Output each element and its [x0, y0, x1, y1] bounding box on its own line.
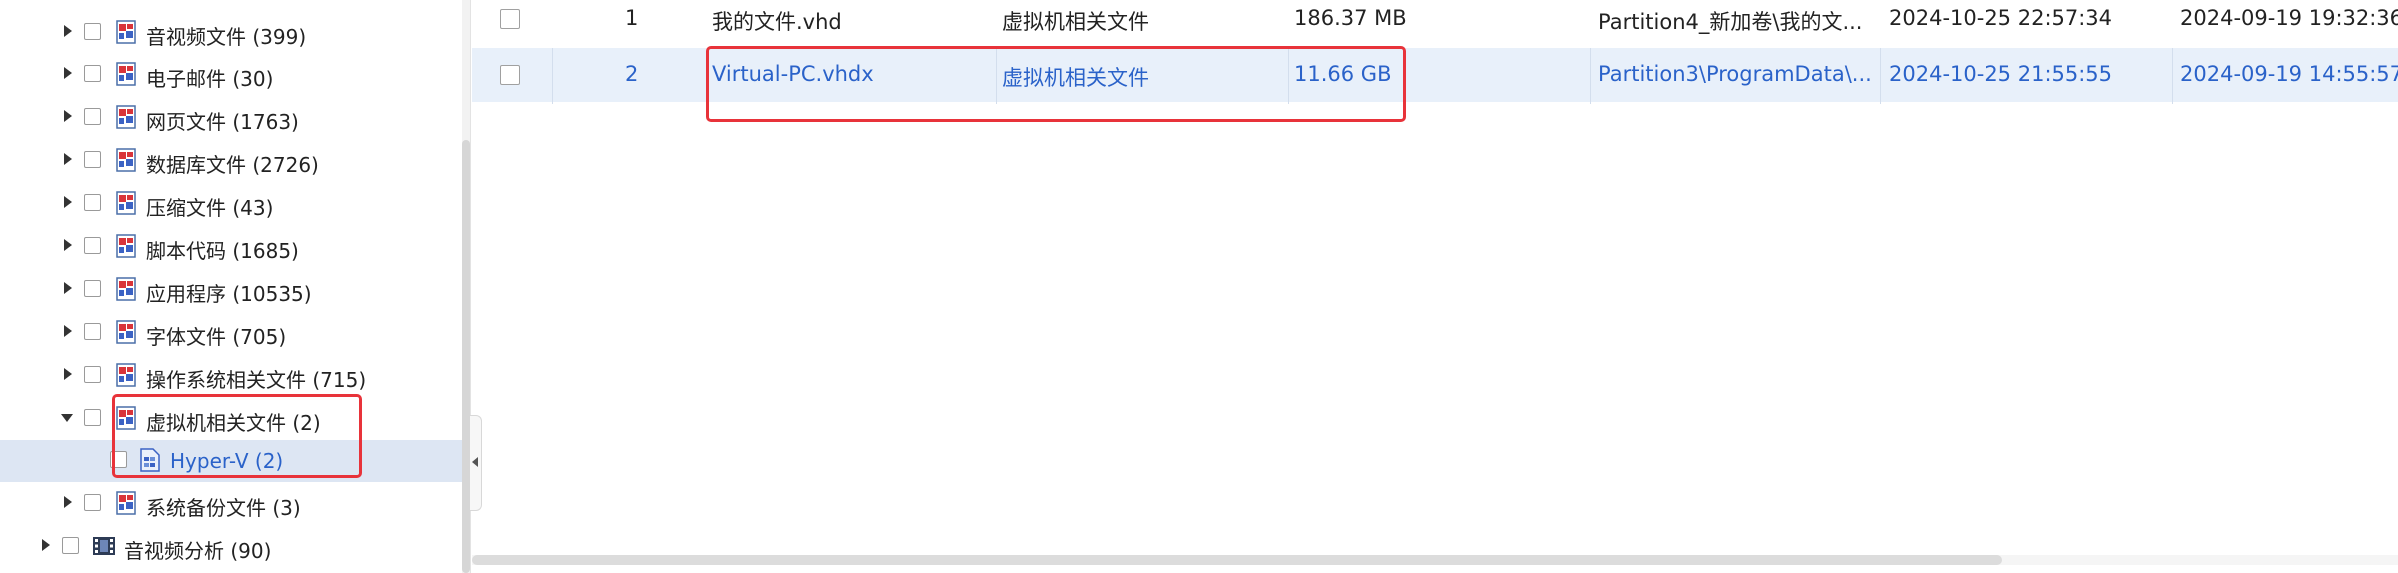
cell-index: 1 [625, 6, 639, 30]
tree-item-partial[interactable] [0, 0, 462, 12]
tree-item-web[interactable]: 网页文件 (1763) [0, 97, 462, 139]
tree-item-label: 电子邮件 (30) [146, 67, 274, 91]
tree-item-script[interactable]: 脚本代码 (1685) [0, 226, 462, 268]
document-type-icon [116, 320, 136, 344]
column-divider [1590, 48, 1591, 104]
tree-item-archive[interactable]: 压缩文件 (43) [0, 183, 462, 225]
tree-checkbox[interactable] [84, 409, 101, 426]
document-type-icon [116, 20, 136, 44]
tree-checkbox[interactable] [84, 108, 101, 125]
column-divider [1288, 48, 1289, 104]
expand-arrow-icon[interactable] [64, 110, 72, 122]
tree-item-database[interactable]: 数据库文件 (2726) [0, 140, 462, 182]
collapse-arrow-icon[interactable] [61, 414, 73, 422]
cell-file-name: 我的文件.vhd [712, 10, 842, 34]
tree-item-label: 应用程序 (10535) [146, 282, 312, 306]
tree-item-label: 音视频分析 (90) [124, 539, 272, 563]
expand-arrow-icon[interactable] [42, 539, 50, 551]
tree-item-label: 操作系统相关文件 (715) [146, 368, 367, 392]
cell-modified-time: 2024-10-25 21:55:55 [1889, 62, 2113, 86]
tree-scrollbar-thumb[interactable] [462, 140, 470, 573]
cell-file-name: Virtual-PC.vhdx [712, 62, 874, 86]
document-type-icon [116, 105, 136, 129]
expand-arrow-icon[interactable] [64, 153, 72, 165]
tree-item-label: 网页文件 (1763) [146, 110, 299, 134]
tree-checkbox[interactable] [84, 23, 101, 40]
cell-file-type: 虚拟机相关文件 [1002, 10, 1149, 34]
cell-file-size: 186.37 MB [1294, 6, 1407, 30]
tree-item-label: 数据库文件 (2726) [146, 153, 319, 177]
tree-item-av-analysis[interactable]: 音视频分析 (90) [0, 526, 462, 568]
cell-index: 2 [625, 62, 639, 86]
tree-item-audio-video[interactable]: 音视频文件 (399) [0, 12, 462, 54]
cell-created-time: 2024-09-19 14:55:57 [2180, 62, 2398, 86]
tree-checkbox[interactable] [84, 237, 101, 254]
column-divider [1880, 48, 1881, 104]
tree-item-label: 虚拟机相关文件 (2) [146, 411, 321, 435]
expand-arrow-icon[interactable] [64, 67, 72, 79]
tree-item-font[interactable]: 字体文件 (705) [0, 312, 462, 354]
cell-file-path: Partition4_新加卷\我的文... [1598, 10, 1863, 34]
expand-arrow-icon[interactable] [64, 282, 72, 294]
document-type-icon [116, 148, 136, 172]
tree-item-system-backup[interactable]: 系统备份文件 (3) [0, 483, 462, 525]
document-type-icon [116, 62, 136, 86]
expand-arrow-icon[interactable] [64, 196, 72, 208]
expand-arrow-icon[interactable] [64, 368, 72, 380]
cell-modified-time: 2024-10-25 22:57:34 [1889, 6, 2113, 30]
expand-arrow-icon[interactable] [64, 325, 72, 337]
column-divider [552, 48, 553, 104]
table-row-selected[interactable]: 2 Virtual-PC.vhdx 虚拟机相关文件 11.66 GB Parti… [472, 48, 2398, 102]
file-blue-icon [140, 448, 160, 472]
tree-checkbox[interactable] [84, 65, 101, 82]
document-type-icon [116, 406, 136, 430]
tree-item-label: 压缩文件 (43) [146, 196, 274, 220]
cell-file-size: 11.66 GB [1294, 62, 1392, 86]
tree-item-vm-files[interactable]: 虚拟机相关文件 (2) [0, 398, 462, 440]
document-type-icon [116, 363, 136, 387]
tree-checkbox[interactable] [84, 280, 101, 297]
tree-checkbox[interactable] [62, 537, 79, 554]
film-strip-icon [92, 534, 116, 558]
column-divider [2172, 48, 2173, 104]
document-type-icon [116, 191, 136, 215]
row-checkbox[interactable] [500, 9, 520, 29]
expand-arrow-icon[interactable] [64, 239, 72, 251]
row-checkbox[interactable] [500, 65, 520, 85]
document-type-icon [116, 277, 136, 301]
tree-item-application[interactable]: 应用程序 (10535) [0, 269, 462, 311]
document-type-icon [116, 491, 136, 515]
tree-item-email[interactable]: 电子邮件 (30) [0, 54, 462, 96]
tree-checkbox[interactable] [84, 366, 101, 383]
tree-item-label: 音视频文件 (399) [146, 25, 307, 49]
tree-checkbox[interactable] [84, 194, 101, 211]
expand-arrow-icon[interactable] [64, 25, 72, 37]
table-row[interactable]: 1 我的文件.vhd 虚拟机相关文件 186.37 MB Partition4_… [472, 0, 2398, 46]
tree-item-hyper-v[interactable]: Hyper-V (2) [0, 440, 462, 482]
document-type-icon [116, 234, 136, 258]
expand-arrow-icon[interactable] [64, 496, 72, 508]
cell-file-type: 虚拟机相关文件 [1002, 66, 1149, 90]
file-table: 1 我的文件.vhd 虚拟机相关文件 186.37 MB Partition4_… [472, 0, 2398, 573]
tree-checkbox[interactable] [110, 451, 127, 468]
tree-item-os-files[interactable]: 操作系统相关文件 (715) [0, 355, 462, 397]
cell-file-path: Partition3\ProgramData\... [1598, 62, 1872, 86]
tree-item-label: Hyper-V (2) [170, 449, 284, 473]
table-horizontal-scrollbar-thumb[interactable] [472, 555, 2002, 565]
tree-item-label: 字体文件 (705) [146, 325, 287, 349]
tree-checkbox[interactable] [84, 323, 101, 340]
category-tree: 音视频文件 (399) 电子邮件 (30) 网页文件 (1763) 数据库文件 … [0, 0, 462, 573]
column-divider [996, 48, 997, 104]
tree-item-label: 脚本代码 (1685) [146, 239, 299, 263]
tree-checkbox[interactable] [84, 151, 101, 168]
cell-created-time: 2024-09-19 19:32:36 [2180, 6, 2398, 30]
tree-checkbox[interactable] [84, 494, 101, 511]
tree-item-label: 系统备份文件 (3) [146, 496, 301, 520]
